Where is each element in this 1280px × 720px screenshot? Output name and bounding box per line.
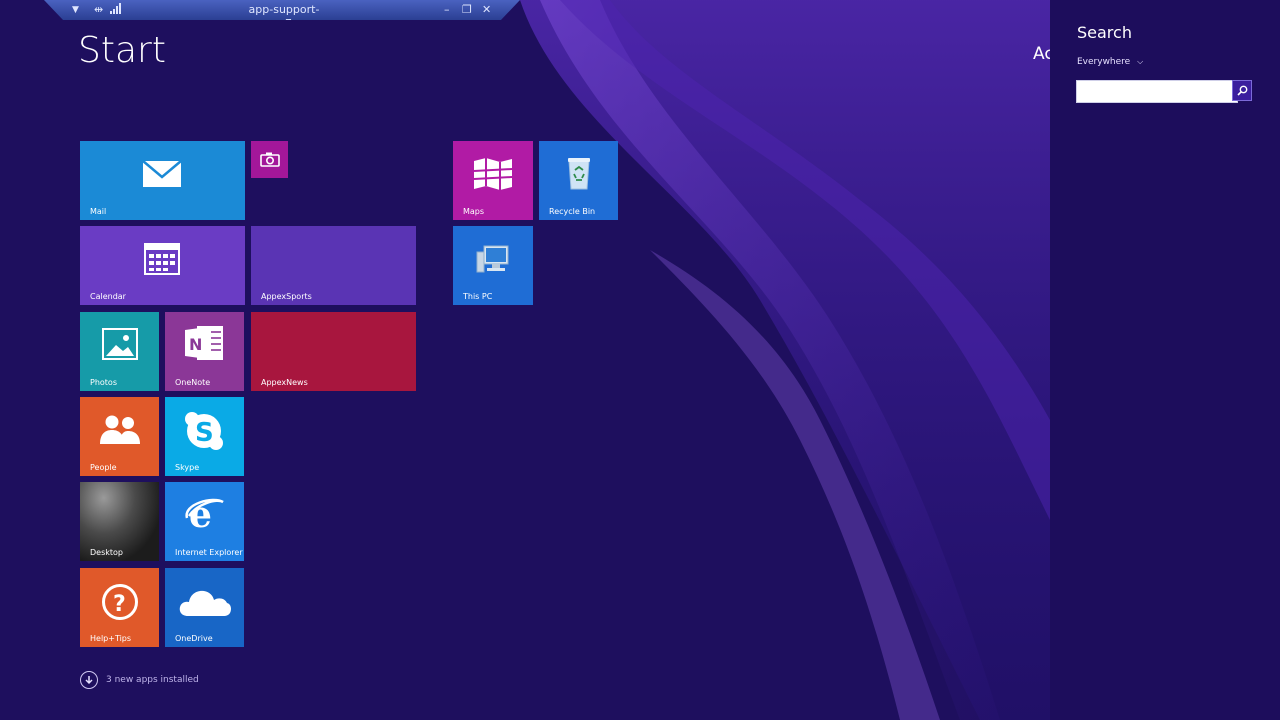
tile-help-tips[interactable]: ? Help+Tips <box>80 568 159 647</box>
help-icon: ? <box>100 582 140 622</box>
tile-appexsports[interactable]: AppexSports <box>251 226 416 305</box>
skype-icon: S <box>183 411 225 451</box>
tile-label: Calendar <box>90 292 126 301</box>
tile-label: Help+Tips <box>90 634 132 643</box>
tile-maps[interactable]: Maps <box>453 141 533 220</box>
tile-mail[interactable]: Mail <box>80 141 245 220</box>
pin-icon[interactable]: ⇹ <box>94 3 103 17</box>
computer-icon <box>475 242 511 276</box>
signal-icon <box>110 3 122 18</box>
tile-photos[interactable]: Photos <box>80 312 159 391</box>
tile-this-pc[interactable]: This PC <box>453 226 533 305</box>
onenote-icon: N <box>183 324 225 362</box>
tile-label: AppexSports <box>261 292 312 301</box>
tile-camera[interactable] <box>251 141 288 178</box>
camera-icon <box>259 151 280 167</box>
close-icon[interactable]: ✕ <box>482 3 491 17</box>
tile-calendar[interactable]: Calendar <box>80 226 245 305</box>
tile-appexnews[interactable]: AppexNews <box>251 312 416 391</box>
map-icon <box>472 156 514 192</box>
tile-recycle-bin[interactable]: Recycle Bin <box>539 141 618 220</box>
tile-onenote[interactable]: N OneNote <box>165 312 244 391</box>
tile-label: Maps <box>463 207 485 216</box>
chevron-down-icon: ⌵ <box>1137 57 1144 66</box>
tile-label: Internet Explorer <box>175 548 243 557</box>
page-title: Start <box>78 30 166 71</box>
tile-label: OneDrive <box>175 634 213 643</box>
search-button[interactable] <box>1232 80 1252 101</box>
people-icon <box>97 413 143 445</box>
search-input[interactable] <box>1076 80 1238 103</box>
tile-label: Recycle Bin <box>549 207 596 216</box>
minimize-icon[interactable]: – <box>444 3 450 17</box>
tile-label: Photos <box>90 378 117 387</box>
search-scope-label: Everywhere <box>1077 57 1131 67</box>
photos-icon <box>101 327 138 361</box>
new-apps-text: 3 new apps installed <box>106 675 199 685</box>
search-scope-dropdown[interactable]: Everywhere ⌵ <box>1077 57 1143 67</box>
tile-label: People <box>90 463 117 472</box>
search-pane: Search Everywhere ⌵ <box>1050 0 1280 720</box>
tile-skype[interactable]: S Skype <box>165 397 244 476</box>
calendar-icon <box>144 242 180 276</box>
tile-desktop[interactable]: Desktop <box>80 482 159 561</box>
cloud-icon <box>178 586 232 618</box>
svg-text:?: ? <box>113 592 126 617</box>
restore-icon[interactable]: ❐ <box>462 3 472 17</box>
svg-text:S: S <box>195 418 214 448</box>
tile-label: Mail <box>90 207 107 216</box>
internet-explorer-icon: e <box>183 494 225 536</box>
tile-internet-explorer[interactable]: e Internet Explorer <box>165 482 244 561</box>
mail-icon <box>142 159 182 189</box>
tile-label: AppexNews <box>261 378 308 387</box>
tile-label: Desktop <box>90 548 123 557</box>
arrow-down-icon <box>80 671 98 689</box>
tile-label: OneNote <box>175 378 211 387</box>
search-icon <box>1236 81 1248 100</box>
search-title: Search <box>1077 23 1132 42</box>
recycle-bin-icon <box>565 154 593 192</box>
tile-people[interactable]: People <box>80 397 159 476</box>
remote-desktop-bar: ▼ ⇹ app-support-w7 – ❐ ✕ <box>44 0 520 20</box>
svg-text:N: N <box>189 335 202 354</box>
chevron-down-icon[interactable]: ▼ <box>72 3 79 17</box>
tile-label: This PC <box>463 292 493 301</box>
tile-onedrive[interactable]: OneDrive <box>165 568 244 647</box>
new-apps-installed-link[interactable]: 3 new apps installed <box>80 671 199 689</box>
tile-label: Skype <box>175 463 200 472</box>
